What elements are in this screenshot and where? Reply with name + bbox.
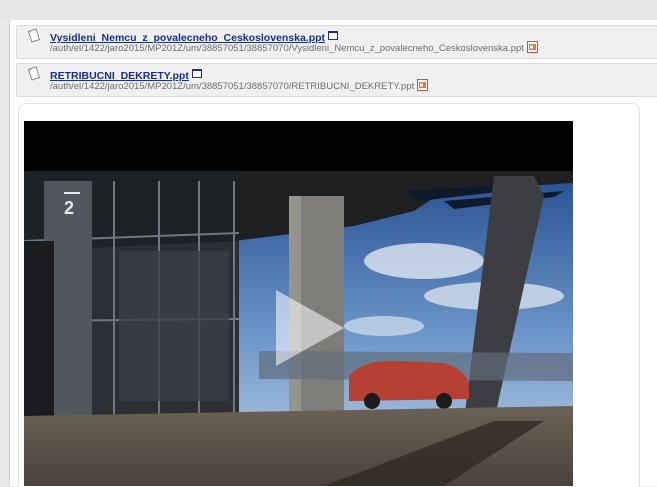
new-window-icon[interactable]	[328, 31, 339, 40]
document-icon	[27, 66, 41, 82]
document-icon	[27, 28, 41, 44]
file-path: /auth/el/1422/jaro2015/MP201Z/um/3885705…	[50, 43, 524, 54]
ppt-file-icon[interactable]	[526, 41, 538, 53]
file-row: Vysidleni_Nemcu_z_povalecneho_Ceskoslove…	[16, 25, 657, 59]
top-strip	[0, 0, 657, 20]
new-window-icon[interactable]	[191, 69, 202, 78]
channel-badge-line	[64, 192, 80, 194]
file-path: /auth/el/1422/jaro2015/MP201Z/um/3885705…	[50, 81, 415, 92]
play-icon[interactable]	[276, 290, 344, 366]
file-row: RETRIBUCNI_DEKRETY.ppt /auth/el/1422/jar…	[16, 63, 657, 97]
channel-badge: 2	[64, 198, 75, 218]
ppt-file-icon[interactable]	[417, 79, 429, 91]
